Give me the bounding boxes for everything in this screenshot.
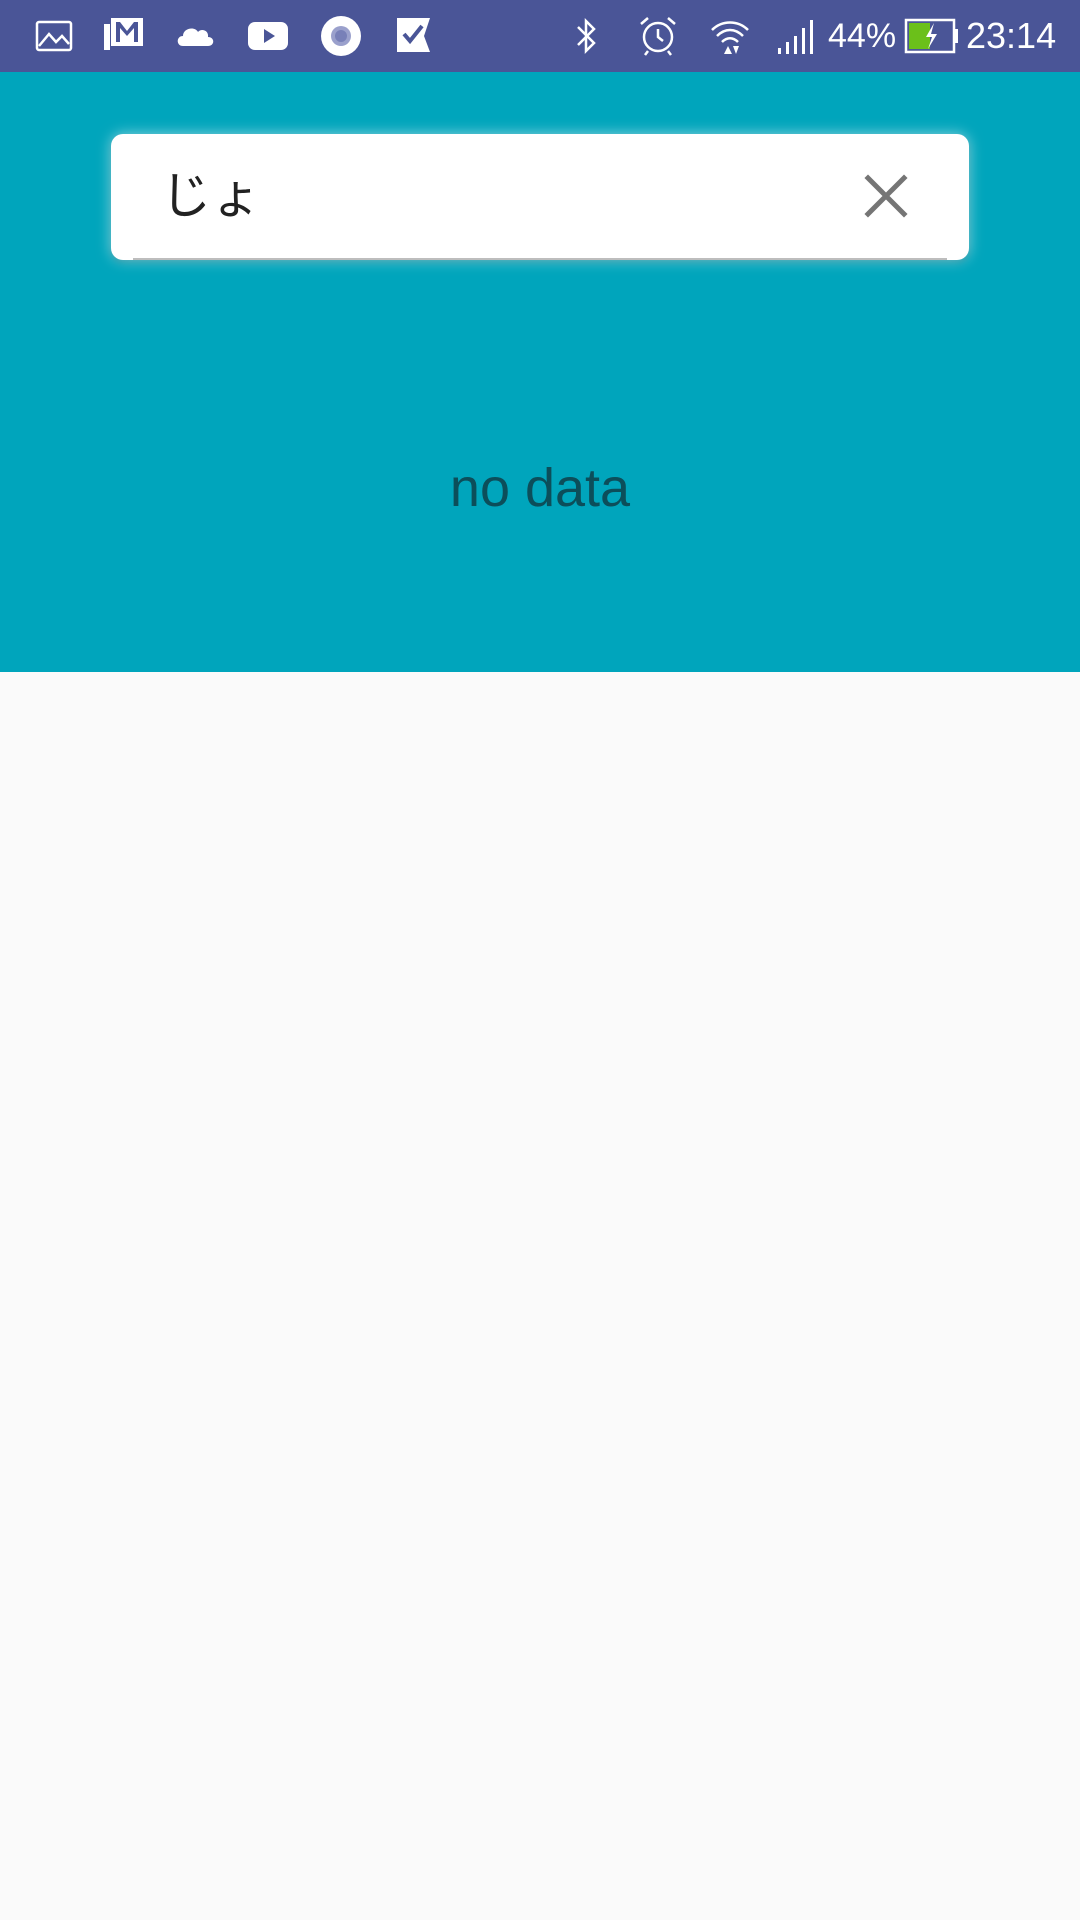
youtube-icon [246, 14, 290, 58]
search-underline [133, 258, 947, 260]
check-flag-icon [392, 14, 436, 58]
battery-charging-icon [904, 14, 960, 58]
gmail-icon [101, 14, 145, 58]
status-time: 23:14 [966, 15, 1057, 56]
results-area [0, 672, 1080, 1920]
cloud-icon [173, 14, 217, 58]
close-icon [864, 174, 908, 218]
search-input[interactable] [161, 152, 841, 232]
clear-search-button[interactable] [838, 156, 934, 236]
battery-percent: 44% [828, 17, 897, 55]
bluetooth-icon [565, 14, 609, 58]
gallery-icon [32, 14, 76, 58]
status-bar: 44% 23:14 [0, 0, 1080, 72]
alarm-icon [636, 14, 680, 58]
screen: 44% 23:14 no data [0, 0, 1080, 1920]
wifi-icon [708, 14, 752, 58]
record-icon [319, 14, 363, 58]
signal-icon [774, 14, 818, 58]
empty-results-message: no data [449, 458, 631, 518]
